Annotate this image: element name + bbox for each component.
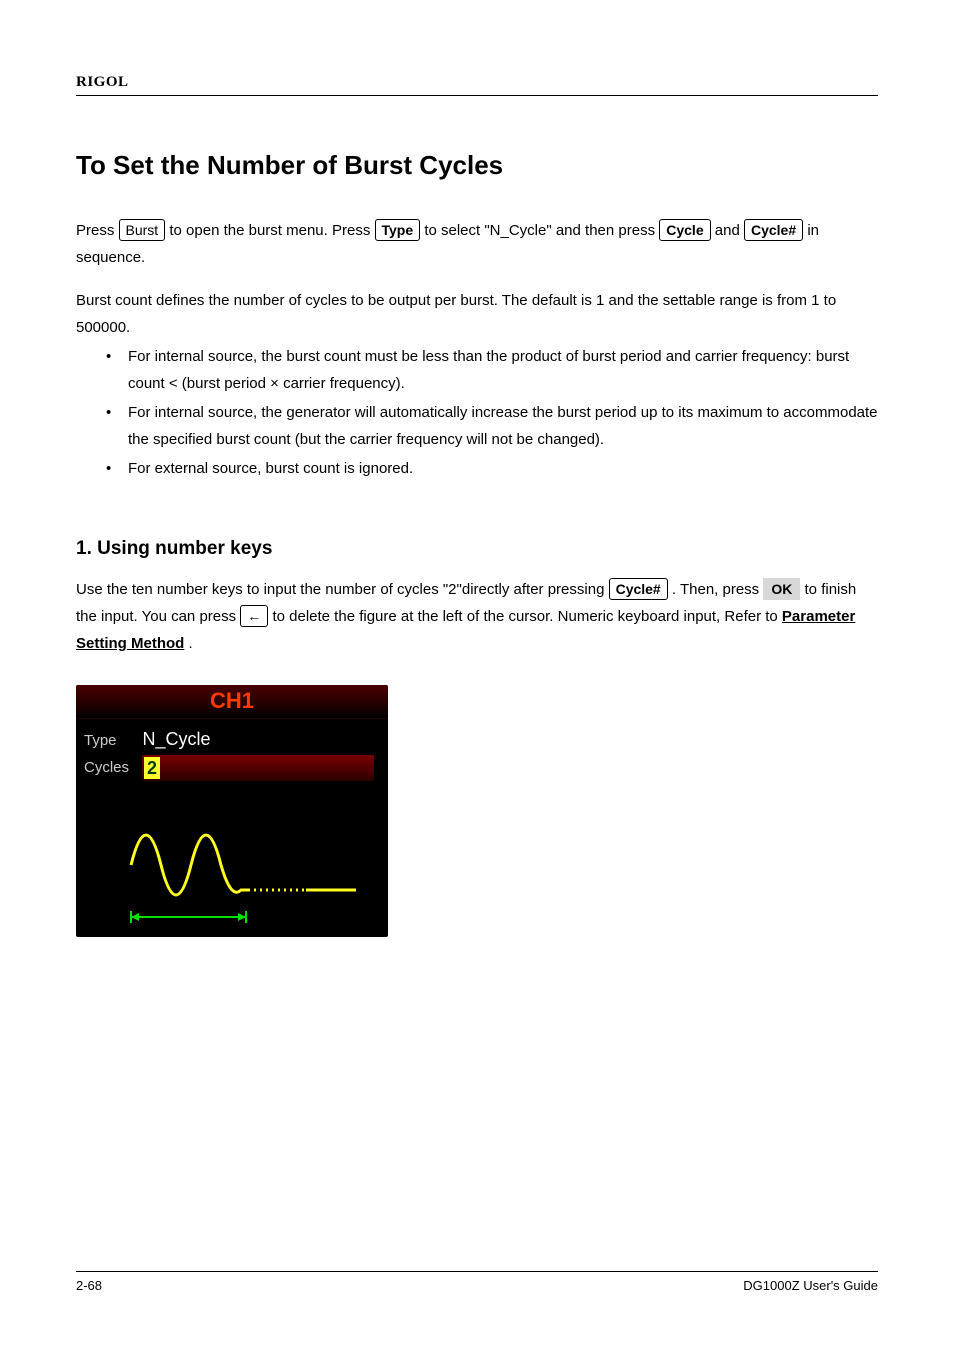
list-item-2: For internal source, the generator will … [76,399,878,453]
footer-page-number: 2-68 [76,1278,102,1293]
p3-text-d: to delete the figure at the left of the … [272,608,781,625]
burst-key: Burst [119,219,166,241]
page-footer: 2-68 DG1000Z User's Guide [76,1271,878,1293]
paragraph-3: Use the ten number keys to input the num… [76,576,878,657]
type-key: Type [375,219,421,241]
header-rule [76,95,878,96]
subheading: 1. Using number keys [76,538,878,560]
lcd-screenshot: CH1 Type N_Cycle Cycles 2 [76,685,388,937]
p3-text-a: Use the ten number keys to input the num… [76,581,609,598]
paragraph-2: Burst count defines the number of cycles… [76,287,878,341]
p1-text-a: Press [76,222,119,239]
lcd-waveform-icon [76,685,388,937]
back-key: ← [240,605,268,627]
p3-text-e: . [189,635,193,652]
p1-text-b: to open the burst menu. Press [169,222,374,239]
footer-rule [76,1271,878,1272]
cycle-key: Cycle [659,219,710,241]
ok-softkey: OK [763,578,800,600]
paragraph-1: Press Burst to open the burst menu. Pres… [76,217,878,271]
cyclenum-key-2: Cycle# [609,578,668,600]
list-item-3: For external source, burst count is igno… [76,455,878,482]
footer-doc-title: DG1000Z User's Guide [743,1278,878,1293]
p1-text-d: and [715,222,744,239]
list-item-1: For internal source, the burst count mus… [76,343,878,397]
cyclenum-key: Cycle# [744,219,803,241]
page-title: To Set the Number of Burst Cycles [76,150,878,181]
header-brand: RIGOL [76,74,878,91]
p3-text-b: . Then, press [672,581,763,598]
p1-text-c: to select "N_Cycle" and then press [424,222,659,239]
